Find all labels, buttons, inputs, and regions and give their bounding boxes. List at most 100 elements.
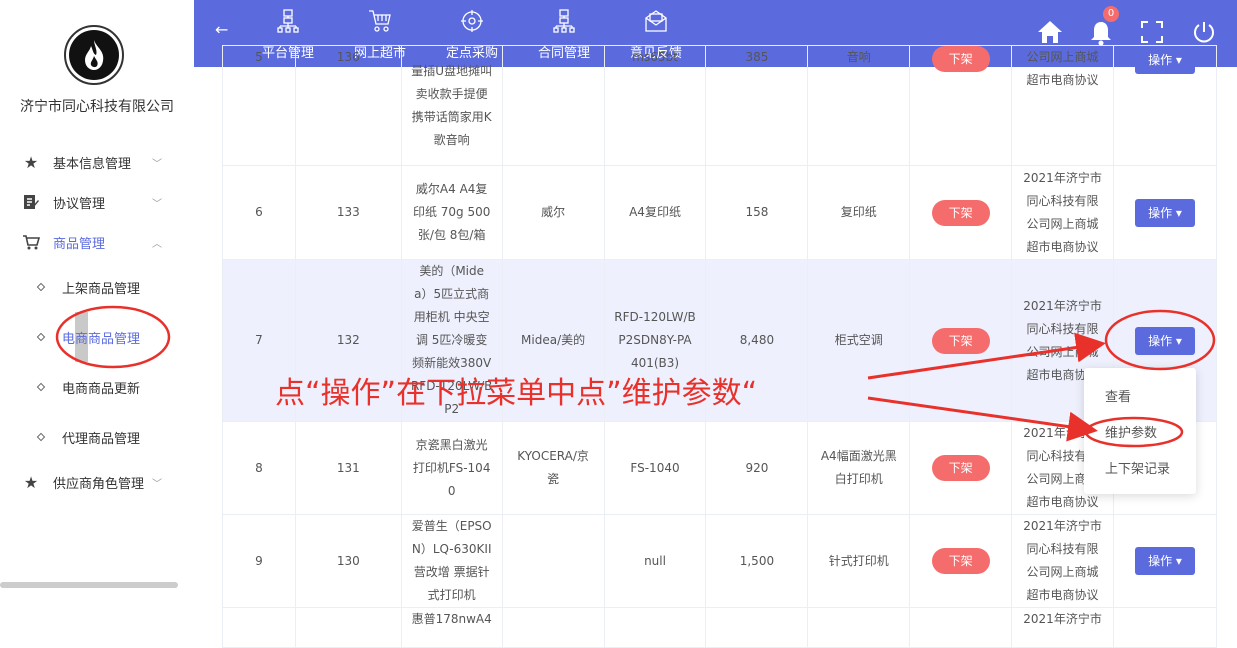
crosshair-icon bbox=[432, 6, 512, 36]
chevron-down-icon: ﹀ bbox=[152, 198, 162, 210]
cell-category bbox=[807, 607, 911, 648]
cell-no: 5 bbox=[222, 45, 296, 166]
caret-down-icon: ▾ bbox=[1172, 205, 1182, 220]
cell-category: 针式打印机 bbox=[807, 514, 911, 608]
cell-status: 下架 bbox=[909, 514, 1013, 608]
cell-op bbox=[1113, 607, 1217, 648]
cell-name: 爱普生（EPSO N）LQ-630KII 营改增 票据针 式打印机 bbox=[400, 514, 503, 608]
submenu-listed-products[interactable]: 上架商品管理 bbox=[0, 271, 194, 303]
diamond-icon bbox=[36, 382, 46, 392]
submenu-agent-products[interactable]: 代理商品管理 bbox=[0, 421, 194, 453]
shopping-cart-icon bbox=[340, 6, 420, 36]
cell-protocol: 2021年济宁市 同心科技有限 公司网上商城 超市电商协议 bbox=[1011, 514, 1114, 608]
cell-protocol: 公司网上商城 超市电商协议 bbox=[1011, 45, 1114, 166]
cell-name: 量插U盘地摊叫 卖收款手提便 携带话筒家用K 歌音响 bbox=[400, 45, 503, 166]
operation-label: 操作 bbox=[1148, 53, 1173, 67]
table-row: 6 133 威尔A4 A4复 印纸 70g 500 张/包 8包/箱 威尔 A4复印纸 1… bbox=[222, 165, 1217, 260]
chevron-down-icon: ﹀ bbox=[152, 478, 162, 490]
menu-item-view[interactable]: 查看 bbox=[1105, 386, 1131, 405]
cell-protocol: 2021年济宁市 同心科技有限 公司网上商城 超市电商协议 bbox=[1011, 165, 1114, 260]
cell-status: 下架 bbox=[909, 45, 1013, 166]
cell-category: 柜式空调 bbox=[807, 259, 911, 422]
cell-category: 音响 bbox=[807, 45, 911, 166]
table-row: 惠普178nwA4 2021年济宁市 bbox=[222, 607, 1217, 648]
cell-price bbox=[705, 607, 809, 648]
cell-price: 158 bbox=[705, 165, 809, 260]
menu-label: 电商商品更新 bbox=[62, 381, 141, 397]
delist-button[interactable]: 下架 bbox=[931, 548, 990, 574]
chevron-up-icon: ︿ bbox=[152, 238, 162, 250]
cell-name: 惠普178nwA4 bbox=[400, 607, 503, 648]
cell-status: 下架 bbox=[909, 259, 1013, 422]
chevron-down-icon: ﹀ bbox=[152, 158, 162, 170]
cell-category: 复印纸 bbox=[807, 165, 911, 260]
cell-model bbox=[603, 607, 707, 648]
operation-button[interactable]: 操作 ▾ bbox=[1135, 46, 1195, 74]
cell-price: 1,500 bbox=[705, 514, 809, 608]
menu-item-shelf-history[interactable]: 上下架记录 bbox=[1105, 458, 1170, 477]
delist-button[interactable]: 下架 bbox=[931, 455, 990, 481]
menu-label: 电商商品管理 bbox=[62, 331, 141, 347]
menu-supplier-role[interactable]: ★ 供应商角色管理 ﹀ bbox=[0, 466, 194, 498]
products-table: 5 136 量插U盘地摊叫 卖收款手提便 携带话筒家用K 歌音响 ms65bt 385 音… bbox=[222, 45, 1217, 648]
operation-button[interactable]: 操作 ▾ bbox=[1135, 547, 1195, 575]
diamond-icon bbox=[36, 282, 46, 292]
cell-no: 9 bbox=[222, 514, 296, 608]
cell-op: 操作 ▾ bbox=[1113, 165, 1217, 260]
cell-model: ms65bt bbox=[603, 45, 707, 166]
cell-id bbox=[294, 607, 402, 648]
cell-name: 京瓷黑白激光 打印机FS-104 0 bbox=[400, 421, 503, 515]
delist-button[interactable]: 下架 bbox=[931, 199, 990, 226]
submenu-ecommerce-products[interactable]: 电商商品管理 bbox=[0, 321, 194, 353]
operation-label: 操作 bbox=[1148, 205, 1173, 220]
company-logo bbox=[64, 25, 124, 85]
cell-protocol: 2021年济宁市 bbox=[1011, 607, 1114, 648]
cell-op: 操作 ▾ bbox=[1113, 514, 1217, 608]
operation-dropdown-menu: 查看 维护参数 上下架记录 bbox=[1084, 368, 1196, 494]
notification-badge: 0 bbox=[1103, 6, 1119, 22]
caret-down-icon: ▾ bbox=[1172, 333, 1182, 348]
delist-button[interactable]: 下架 bbox=[931, 327, 990, 354]
operation-button[interactable]: 操作 ▾ bbox=[1135, 326, 1195, 355]
menu-products[interactable]: 商品管理 ︿ bbox=[0, 226, 194, 258]
operation-label: 操作 bbox=[1148, 554, 1173, 568]
menu-label: 商品管理 bbox=[53, 236, 106, 252]
sidebar: 济宁市同心科技有限公司 ★ 基本信息管理 ﹀ 协议管理 ﹀ 商品管理 ︿ 上架商品管理 … bbox=[0, 0, 194, 636]
cell-status: 下架 bbox=[909, 165, 1013, 260]
menu-label: 供应商角色管理 bbox=[53, 476, 145, 492]
cell-brand bbox=[501, 514, 605, 608]
menu-basic-info[interactable]: ★ 基本信息管理 ﹀ bbox=[0, 146, 194, 178]
table-row: 8 131 京瓷黑白激光 打印机FS-104 0 KYOCERA/京 瓷 FS-1040… bbox=[222, 421, 1217, 515]
star-icon: ★ bbox=[23, 472, 39, 492]
cart-icon bbox=[22, 233, 40, 251]
cell-no: 6 bbox=[222, 165, 296, 260]
menu-item-maintain-params[interactable]: 维护参数 bbox=[1105, 422, 1157, 441]
cell-category: A4幅面激光黑 白打印机 bbox=[807, 421, 911, 515]
annotation-text: 点“操作”在下拉菜单中点”维护参数“ bbox=[275, 376, 758, 411]
cell-id: 131 bbox=[294, 421, 402, 515]
org-chart-icon bbox=[248, 6, 328, 36]
back-arrow-icon[interactable]: ← bbox=[215, 20, 228, 39]
operation-button[interactable]: 操作 ▾ bbox=[1135, 198, 1195, 227]
horizontal-scrollbar[interactable] bbox=[0, 582, 178, 588]
cell-status: 下架 bbox=[909, 421, 1013, 515]
diamond-icon bbox=[36, 332, 46, 342]
menu-agreement[interactable]: 协议管理 ﹀ bbox=[0, 186, 194, 218]
cell-no bbox=[222, 607, 296, 648]
cell-id: 133 bbox=[294, 165, 402, 260]
delist-button[interactable]: 下架 bbox=[931, 46, 990, 72]
caret-down-icon: ▾ bbox=[1172, 554, 1182, 568]
cell-brand: 威尔 bbox=[501, 165, 605, 260]
cell-name: 威尔A4 A4复 印纸 70g 500 张/包 8包/箱 bbox=[400, 165, 503, 260]
cell-model: A4复印纸 bbox=[603, 165, 707, 260]
submenu-ecommerce-update[interactable]: 电商商品更新 bbox=[0, 371, 194, 403]
star-icon: ★ bbox=[23, 152, 39, 172]
edit-doc-icon bbox=[22, 193, 40, 211]
menu-label: 协议管理 bbox=[53, 196, 106, 212]
menu-label: 基本信息管理 bbox=[53, 156, 132, 172]
cell-price: 385 bbox=[705, 45, 809, 166]
cell-op: 操作 ▾ bbox=[1113, 45, 1217, 166]
cell-model: null bbox=[603, 514, 707, 608]
cell-model: FS-1040 bbox=[603, 421, 707, 515]
table-row: 5 136 量插U盘地摊叫 卖收款手提便 携带话筒家用K 歌音响 ms65bt 385 音… bbox=[222, 45, 1217, 166]
